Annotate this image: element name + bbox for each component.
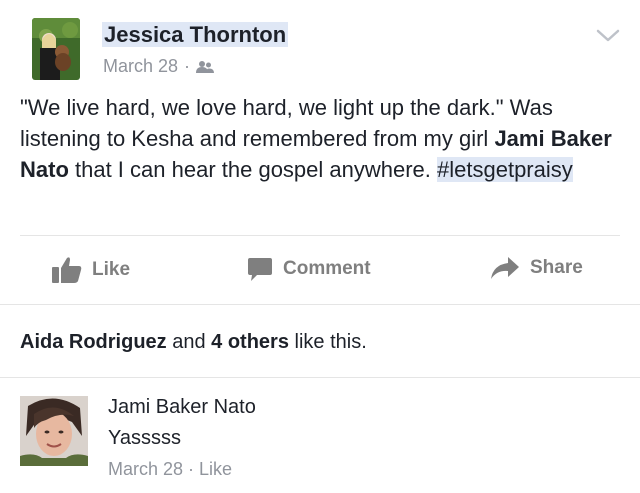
meta-separator: ·: [184, 56, 191, 76]
likes-summary[interactable]: Aida Rodriguez and 4 others like this.: [20, 331, 367, 354]
comment-like-link[interactable]: Like: [199, 459, 232, 479]
comment-label: Comment: [283, 258, 371, 279]
like-label: Like: [92, 259, 131, 280]
comment-icon: [248, 258, 272, 281]
divider: [20, 235, 620, 236]
comment-separator: ·: [183, 459, 200, 479]
post-text-part1: "We live hard, we love hard, we light up…: [20, 95, 553, 151]
post-text: "We live hard, we love hard, we light up…: [20, 92, 620, 185]
share-icon: [491, 257, 519, 279]
commenter-photo: [20, 396, 88, 466]
post-text-part2: that I can hear the gospel anywhere.: [68, 157, 438, 182]
divider: [0, 377, 640, 378]
author-name[interactable]: Jessica Thornton: [102, 22, 289, 48]
likes-and: and: [166, 331, 212, 353]
thumbs-up-icon: [52, 257, 82, 283]
commenter-avatar[interactable]: [20, 396, 88, 466]
hashtag-link[interactable]: #letsgetpraisy: [437, 157, 573, 182]
friends-icon[interactable]: [196, 60, 215, 74]
author-photo: [32, 18, 80, 80]
comment-text: Yasssss: [108, 427, 181, 449]
author-avatar[interactable]: [32, 18, 80, 80]
share-label: Share: [530, 257, 583, 278]
liker-name[interactable]: Aida Rodriguez: [20, 331, 167, 353]
comment-author[interactable]: Jami Baker Nato: [108, 396, 256, 419]
author-name-text: Jessica Thornton: [102, 22, 289, 47]
chevron-down-icon[interactable]: [596, 28, 620, 44]
likes-suffix: like this.: [288, 331, 367, 353]
comment-button[interactable]: Comment: [247, 256, 371, 282]
likes-others[interactable]: 4 others: [211, 331, 289, 353]
post-date[interactable]: March 28: [103, 56, 178, 77]
like-button[interactable]: Like: [52, 256, 130, 284]
post-meta: March 28 ·: [103, 56, 215, 77]
comment-date[interactable]: March 28: [108, 459, 183, 479]
post-header: Jessica Thornton March 28 ·: [0, 0, 640, 90]
divider: [0, 304, 640, 305]
action-bar: Like Comment Share: [0, 248, 640, 292]
comment-meta: March 28 · Like: [108, 459, 232, 480]
share-button[interactable]: Share: [490, 256, 583, 280]
